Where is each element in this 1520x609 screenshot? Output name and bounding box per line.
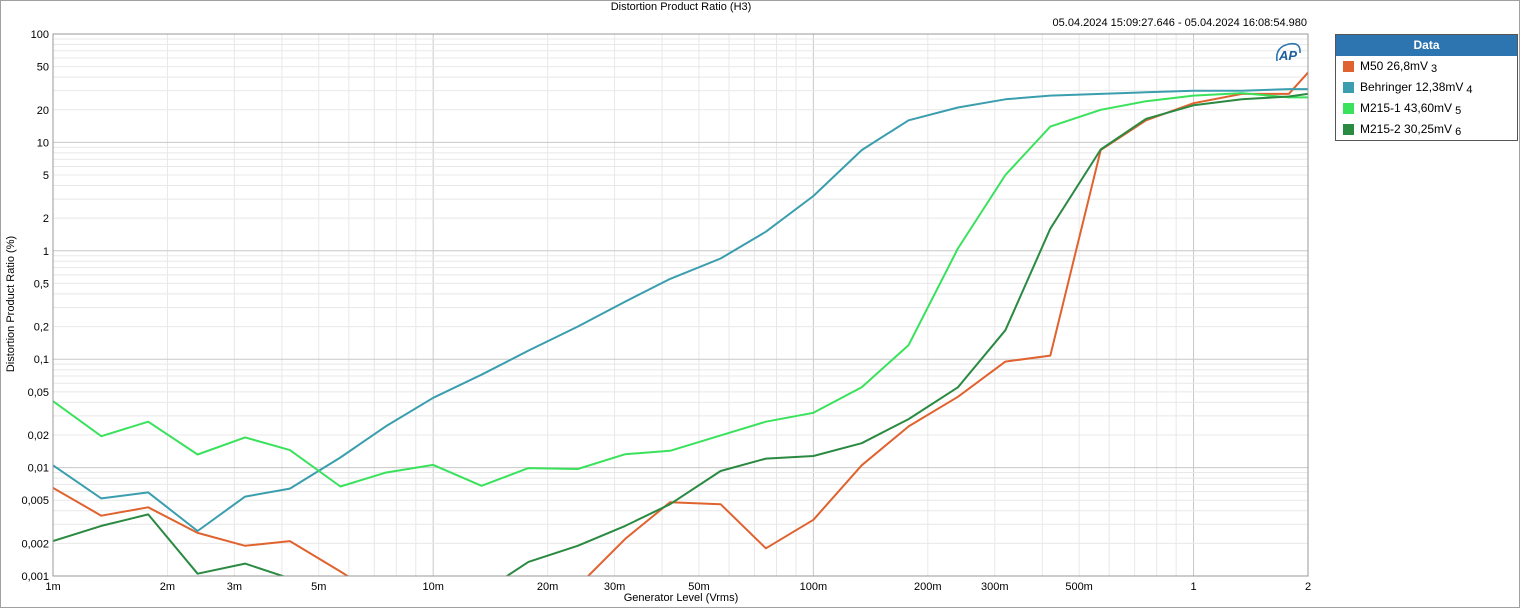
x-tick-label: 10m xyxy=(422,581,443,593)
legend-swatch xyxy=(1343,103,1354,114)
chart-panel: Distortion Product Ratio (H3) 05.04.2024… xyxy=(0,0,1520,608)
x-tick-label: 300m xyxy=(981,581,1009,593)
y-tick-label: 5 xyxy=(43,170,49,182)
y-tick-label: 0,05 xyxy=(28,387,49,399)
legend-item[interactable]: Behringer 12,38mV 4 xyxy=(1336,77,1517,98)
series-line-m215-1 xyxy=(53,92,1308,488)
grid xyxy=(52,33,1309,577)
y-tick-label: 2 xyxy=(43,213,49,225)
legend-label: M215-2 30,25mV 6 xyxy=(1360,122,1462,138)
y-tick-label: 0,002 xyxy=(21,538,49,550)
y-tick-label: 0,5 xyxy=(34,278,49,290)
tick-labels: 1m 2m 3m 5m 10m 20m 30m 50m 100m 200m 300m 500m 1 210… xyxy=(21,29,1311,593)
legend-item[interactable]: M215-1 43,60mV 5 xyxy=(1336,98,1517,119)
legend-swatch xyxy=(1343,124,1354,135)
ap-logo: AP xyxy=(1275,42,1301,63)
y-tick-label: 100 xyxy=(31,29,49,41)
y-tick-label: 0,2 xyxy=(34,322,49,334)
plot-border xyxy=(52,33,1309,577)
series-line-behringer xyxy=(53,88,1308,532)
y-tick-label: 0,001 xyxy=(21,571,49,583)
y-tick-label: 1 xyxy=(43,246,49,258)
x-tick-label: 2m xyxy=(160,581,175,593)
x-tick-label: 500m xyxy=(1065,581,1093,593)
y-tick-label: 0,02 xyxy=(28,430,49,442)
y-tick-label: 0,01 xyxy=(28,463,49,475)
y-axis-label: Distortion Product Ratio (%) xyxy=(5,235,17,373)
legend[interactable]: Data M50 26,8mV 3 Behringer 12,38mV 4 M215-1… xyxy=(1335,34,1518,141)
y-tick-label: 0,1 xyxy=(34,354,49,366)
legend-item[interactable]: M50 26,8mV 3 xyxy=(1336,56,1517,77)
legend-title: Data xyxy=(1336,35,1517,56)
y-tick-label: 0,005 xyxy=(21,495,49,507)
plot-svg[interactable]: 1m 2m 3m 5m 10m 20m 30m 50m 100m 200m 300m 500m 1 210… xyxy=(1,1,1520,609)
x-tick-label: 1 xyxy=(1190,581,1196,593)
x-tick-label: 200m xyxy=(914,581,942,593)
y-tick-label: 20 xyxy=(37,105,49,117)
x-tick-label: 2 xyxy=(1305,581,1311,593)
y-tick-label: 10 xyxy=(37,137,49,149)
ap-logo-text: AP xyxy=(1278,48,1297,63)
series-line-m215-2 xyxy=(53,92,1308,576)
x-tick-label: 3m xyxy=(227,581,242,593)
legend-swatch xyxy=(1343,82,1354,93)
x-tick-label: 5m xyxy=(311,581,326,593)
x-axis-label: Generator Level (Vrms) xyxy=(623,592,739,604)
legend-swatch xyxy=(1343,61,1354,72)
legend-item[interactable]: M215-2 30,25mV 6 xyxy=(1336,119,1517,140)
y-tick-label: 50 xyxy=(37,62,49,74)
